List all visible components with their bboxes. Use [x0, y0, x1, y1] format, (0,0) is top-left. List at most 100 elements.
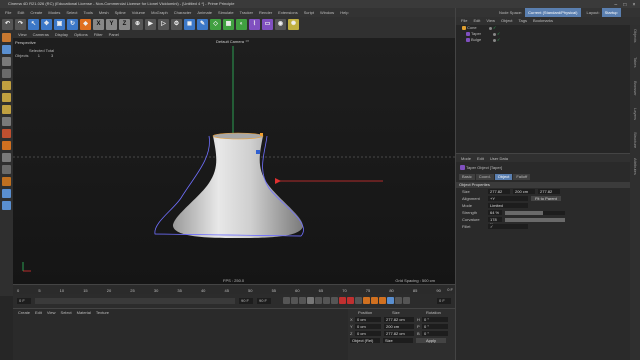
rotation-field[interactable]: 0 °	[422, 323, 448, 329]
key-rotation-icon[interactable]	[379, 297, 386, 304]
fit-to-parent-button[interactable]: Fit to Parent	[531, 196, 561, 201]
deformer-icon[interactable]: ⌇	[249, 18, 260, 30]
coord-mode-select[interactable]: Object (Rel)	[350, 338, 380, 343]
size-mode-select[interactable]: Size	[383, 338, 413, 343]
menu-item-create[interactable]: Create	[30, 10, 42, 15]
object-menu-tags[interactable]: Tags	[519, 17, 527, 25]
make-editable-icon[interactable]	[2, 33, 11, 42]
position-field[interactable]: 0 cm	[355, 316, 381, 322]
timeline-menu-icon[interactable]	[403, 297, 410, 304]
render-settings-icon[interactable]: ⚙	[171, 18, 182, 30]
menu-item-character[interactable]: Character	[174, 10, 192, 15]
viewport-menu-display[interactable]: Display	[55, 32, 68, 37]
menu-item-extensions[interactable]: Extensions	[278, 10, 298, 15]
rotation-field[interactable]: 0 °	[422, 330, 448, 336]
object-row[interactable]: Bulge ✓	[456, 37, 631, 43]
viewport-menu-options[interactable]: Options	[74, 32, 88, 37]
property-value[interactable]: Limited	[488, 203, 528, 208]
property-value[interactable]: 277.82 cm	[538, 189, 560, 199]
play-icon[interactable]	[307, 297, 314, 304]
boole-icon[interactable]: ◐	[236, 18, 247, 30]
side-tab-takes[interactable]: Takes	[630, 51, 640, 73]
menu-item-volume[interactable]: Volume	[132, 10, 145, 15]
z-axis-lock[interactable]: Z	[119, 18, 130, 30]
menu-item-select[interactable]: Select	[66, 10, 77, 15]
size-handle[interactable]	[260, 133, 263, 136]
coordinate-system-icon[interactable]: ⊕	[132, 18, 143, 30]
object-menu-file[interactable]: File	[461, 17, 467, 25]
menu-item-render[interactable]: Render	[259, 10, 272, 15]
apply-button[interactable]: Apply	[416, 338, 446, 343]
cube-icon[interactable]: ◼	[184, 18, 195, 30]
object-menu-object[interactable]: Object	[501, 17, 513, 25]
menu-item-tools[interactable]: Tools	[84, 10, 93, 15]
workplane-icon[interactable]	[2, 69, 11, 78]
lock-workplane-icon[interactable]	[2, 165, 11, 174]
size-field[interactable]: 277.82 cm	[384, 330, 414, 336]
light-icon[interactable]: ✺	[288, 18, 299, 30]
floor-icon[interactable]: ▭	[262, 18, 273, 30]
scale-icon[interactable]: ▣	[54, 18, 65, 30]
object-menu-bookmarks[interactable]: Bookmarks	[533, 17, 553, 25]
move-icon[interactable]: ✥	[41, 18, 52, 30]
tab-object[interactable]: Object	[494, 174, 513, 180]
property-value[interactable]: ✓	[488, 224, 528, 229]
prev-frame-icon[interactable]	[299, 297, 306, 304]
size-field[interactable]: 200 cm	[384, 323, 414, 329]
pen-icon[interactable]: ✎	[197, 18, 208, 30]
live-selection-icon[interactable]: ↖	[28, 18, 39, 30]
camera-icon[interactable]: ◉	[275, 18, 286, 30]
autokey-icon[interactable]	[347, 297, 354, 304]
viewport-menu-view[interactable]: View	[18, 32, 27, 37]
object-menu-edit[interactable]: Edit	[473, 17, 480, 25]
layout-select[interactable]: Startup	[601, 8, 621, 17]
menu-item-spline[interactable]: Spline	[115, 10, 126, 15]
polygons-mode-icon[interactable]	[2, 105, 11, 114]
menu-item-window[interactable]: Window	[320, 10, 334, 15]
x-axis-arrow-icon[interactable]	[275, 178, 281, 184]
first-frame-icon[interactable]	[283, 297, 290, 304]
property-value[interactable]: 64 %	[488, 210, 502, 215]
visibility-dot-icon[interactable]	[489, 26, 492, 30]
position-field[interactable]: 0 cm	[355, 323, 381, 329]
tab-coord[interactable]: Coord.	[475, 174, 494, 180]
solo-icon[interactable]	[2, 177, 11, 186]
tab-falloff[interactable]: Falloff	[513, 174, 531, 180]
key-pla-icon[interactable]	[395, 297, 402, 304]
material-menu-texture[interactable]: Texture	[96, 310, 109, 315]
side-tab-objects[interactable]: Objects	[630, 25, 640, 47]
y-axis-lock[interactable]: Y	[106, 18, 117, 30]
side-tab-attributes[interactable]: Attributes	[630, 155, 640, 177]
axis-mode-icon[interactable]	[2, 117, 11, 126]
menu-item-file[interactable]: File	[5, 10, 11, 15]
snap-icon[interactable]	[2, 129, 11, 138]
frame-field-right[interactable]: 0 F	[437, 298, 451, 304]
menu-item-simulate[interactable]: Simulate	[218, 10, 234, 15]
side-tab-structure[interactable]: Structure	[630, 129, 640, 151]
material-menu-view[interactable]: View	[47, 310, 56, 315]
property-value[interactable]: 178 %	[488, 217, 502, 227]
size-field[interactable]: 277.82 cm	[384, 316, 414, 322]
property-value[interactable]: 200 cm	[513, 189, 535, 194]
visibility-dot-icon[interactable]	[493, 38, 496, 42]
enable-snap-icon[interactable]	[2, 141, 11, 150]
menu-item-help[interactable]: Help	[340, 10, 348, 15]
viewport-menu-filter[interactable]: Filter	[94, 32, 103, 37]
key-position-icon[interactable]	[363, 297, 370, 304]
property-value[interactable]: +Y	[488, 196, 528, 201]
redo-icon[interactable]: ↷	[15, 18, 26, 30]
menu-item-tracker[interactable]: Tracker	[240, 10, 253, 15]
material-menu-select[interactable]: Select	[61, 310, 72, 315]
menu-item-script[interactable]: Script	[304, 10, 314, 15]
model-mode-icon[interactable]	[2, 45, 11, 54]
taper-handle[interactable]	[256, 150, 260, 154]
object-name[interactable]: Bulge	[471, 37, 493, 43]
layout-icon[interactable]	[2, 201, 11, 210]
menu-item-mesh[interactable]: Mesh	[99, 10, 109, 15]
key-scale-icon[interactable]	[371, 297, 378, 304]
rotation-field[interactable]: 0 °	[422, 316, 448, 322]
menu-item-animate[interactable]: Animate	[197, 10, 212, 15]
end-frame-field[interactable]: 90 F	[239, 298, 253, 304]
material-menu-create[interactable]: Create	[18, 310, 30, 315]
rotate-icon[interactable]: ↻	[67, 18, 78, 30]
